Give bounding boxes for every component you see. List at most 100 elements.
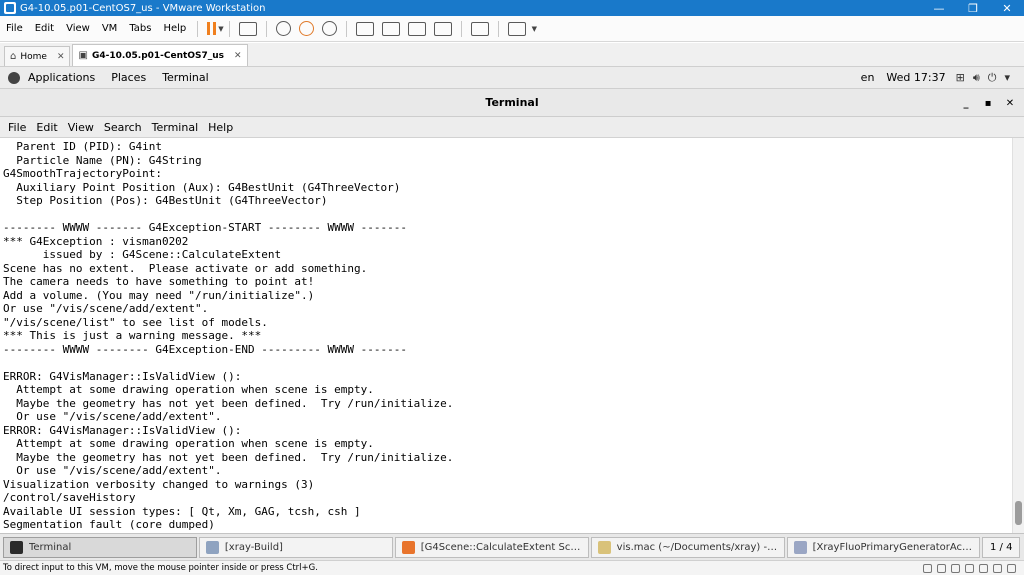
show-library-icon[interactable] [355, 21, 374, 36]
task-editor-generator[interactable]: [XrayFluoPrimaryGeneratorAction.c... [786, 536, 981, 558]
clock[interactable]: Wed 17:37 [880, 71, 951, 84]
task-firefox[interactable]: [G4Scene::CalculateExtent Scene ha... [394, 536, 589, 558]
power-icon[interactable]: ⏻ [988, 71, 997, 85]
menu-edit[interactable]: Edit [29, 23, 60, 34]
task-xray-build[interactable]: [xray-Build] [198, 536, 393, 558]
menu-vm[interactable]: VM [96, 23, 123, 34]
status-text: To direct input to this VM, move the mou… [3, 563, 318, 573]
terminal-menu-edit[interactable]: Edit [31, 121, 62, 134]
places-menu[interactable]: Places [103, 71, 154, 84]
cd-dvd-icon[interactable] [937, 563, 946, 573]
terminal-line: Segmentation fault (core dumped) [3, 518, 215, 531]
window-title: G4-10.05.p01-CentOS7_us - VMware Worksta… [20, 2, 266, 14]
minimize-icon[interactable]: _ [958, 95, 974, 111]
close-icon[interactable]: ✕ [57, 52, 65, 62]
task-label: [G4Scene::CalculateExtent Scene ha... [420, 541, 582, 553]
terminal-menu-view[interactable]: View [63, 121, 99, 134]
close-icon[interactable]: ✕ [234, 51, 242, 61]
vmware-app-icon [4, 2, 16, 14]
usb-icon[interactable] [965, 563, 974, 573]
snapshot-manager-icon[interactable] [321, 21, 337, 36]
terminal-line: Step Position (Pos): G4BestUnit (G4Three… [3, 194, 328, 207]
terminal-menu-help[interactable]: Help [203, 121, 238, 134]
terminal-line: Available UI session types: [ Qt, Xm, GA… [3, 504, 361, 518]
terminal-line: Attempt at some drawing operation when s… [3, 383, 374, 396]
menu-help[interactable]: Help [157, 23, 192, 34]
terminal-line: Add a volume. (You may need "/run/initia… [3, 288, 315, 302]
pause-icon[interactable] [207, 22, 217, 35]
toolbar-separator [460, 20, 462, 37]
terminal-menu-terminal[interactable]: Terminal [147, 121, 204, 134]
task-terminal[interactable]: Terminal [3, 536, 197, 558]
revert-snapshot-icon[interactable] [298, 21, 314, 36]
device-icons [923, 563, 1024, 573]
toolbar-separator [197, 20, 199, 37]
close-icon[interactable]: ✕ [990, 0, 1024, 16]
toolbar-separator [497, 20, 499, 37]
unity-icon[interactable] [433, 21, 452, 36]
gnome-taskbar: Terminal [xray-Build] [G4Scene::Calculat… [0, 533, 1024, 560]
input-language[interactable]: en [855, 71, 881, 84]
applications-menu[interactable]: Applications [20, 71, 103, 84]
terminal-line: *** This is just a warning message. *** [3, 329, 262, 342]
task-label: [XrayFluoPrimaryGeneratorAction.c... [812, 541, 974, 553]
sound-card-icon[interactable] [979, 563, 988, 573]
chevron-down-icon[interactable]: ▼ [532, 25, 537, 33]
terminal-menu-search[interactable]: Search [99, 121, 147, 134]
terminal-line: G4SmoothTrajectoryPoint: [3, 167, 162, 180]
terminal-title: Terminal [485, 96, 539, 109]
display-icon[interactable] [1007, 563, 1016, 573]
terminal-line: Maybe the geometry has not yet been defi… [3, 450, 454, 464]
vmware-menubar: File Edit View VM Tabs Help ▼ ▼ [0, 16, 1024, 42]
stretch-guest-icon[interactable] [507, 21, 526, 36]
chevron-down-icon[interactable]: ▾ [1004, 71, 1010, 84]
terminal-output[interactable]: Parent ID (PID): G4int Particle Name (PN… [0, 138, 1012, 533]
volume-icon[interactable]: 🔊︎ [973, 71, 980, 85]
gnome-foot-icon [8, 71, 20, 84]
chevron-down-icon[interactable]: ▼ [218, 25, 223, 33]
tab-label: Home [20, 51, 47, 62]
terminal-app-menu[interactable]: Terminal [154, 71, 217, 84]
task-label: vis.mac (~/Documents/xray) - gedit [616, 541, 778, 553]
tab-vm[interactable]: ▣ G4-10.05.p01-CentOS7_us ✕ [72, 44, 248, 66]
full-screen-icon[interactable] [407, 21, 426, 36]
hard-disk-icon[interactable] [923, 563, 932, 573]
send-ctrl-alt-del-icon[interactable] [238, 21, 257, 36]
terminal-line: Particle Name (PN): G4String [3, 153, 202, 167]
vmware-statusbar: To direct input to this VM, move the mou… [0, 560, 1024, 575]
maximize-icon[interactable]: ▪ [980, 95, 996, 111]
terminal-line: Maybe the geometry has not yet been defi… [3, 396, 454, 410]
tab-home[interactable]: ⌂ Home ✕ [4, 46, 71, 66]
terminal-line: -------- WWWW ------- G4Exception-START … [3, 221, 407, 234]
terminal-menu-file[interactable]: File [3, 121, 31, 134]
close-icon[interactable]: ✕ [1002, 95, 1018, 111]
terminal-line: Auxiliary Point Position (Aux): G4BestUn… [3, 180, 401, 194]
menu-tabs[interactable]: Tabs [123, 23, 157, 34]
editor-icon [793, 540, 807, 554]
restore-icon[interactable]: ❐ [956, 0, 990, 16]
gnome-status-area: en Wed 17:37 ⊞ 🔊︎ ⏻ ▾ [855, 71, 1024, 85]
task-gedit[interactable]: vis.mac (~/Documents/xray) - gedit [590, 536, 785, 558]
snapshot-icon[interactable] [275, 21, 291, 36]
terminal-titlebar: Terminal _ ▪ ✕ [0, 89, 1024, 117]
terminal-line: "/vis/scene/list" to see list of models. [3, 315, 268, 329]
terminal-lines: Parent ID (PID): G4int Particle Name (PN… [0, 138, 1012, 532]
task-label: [xray-Build] [224, 541, 283, 553]
terminal-scrollbar[interactable] [1012, 138, 1024, 533]
printer-icon[interactable] [993, 563, 1002, 573]
network-adapter-icon[interactable] [951, 563, 960, 573]
terminal-line: Parent ID (PID): G4int [3, 140, 162, 153]
terminal-line: Or use "/vis/scene/add/extent". [3, 464, 222, 477]
vm-icon: ▣ [78, 50, 88, 61]
workspace-pager[interactable]: 1 / 4 [982, 536, 1021, 558]
console-view-icon[interactable] [470, 21, 489, 36]
terminal-icon [10, 540, 23, 554]
menu-view[interactable]: View [60, 23, 96, 34]
thumbnail-bar-icon[interactable] [381, 21, 400, 36]
minimize-icon[interactable]: — [922, 0, 956, 16]
network-icon[interactable]: ⊞ [956, 71, 965, 84]
scrollbar-thumb[interactable] [1015, 501, 1022, 525]
home-icon: ⌂ [10, 51, 17, 62]
menu-file[interactable]: File [0, 23, 29, 34]
